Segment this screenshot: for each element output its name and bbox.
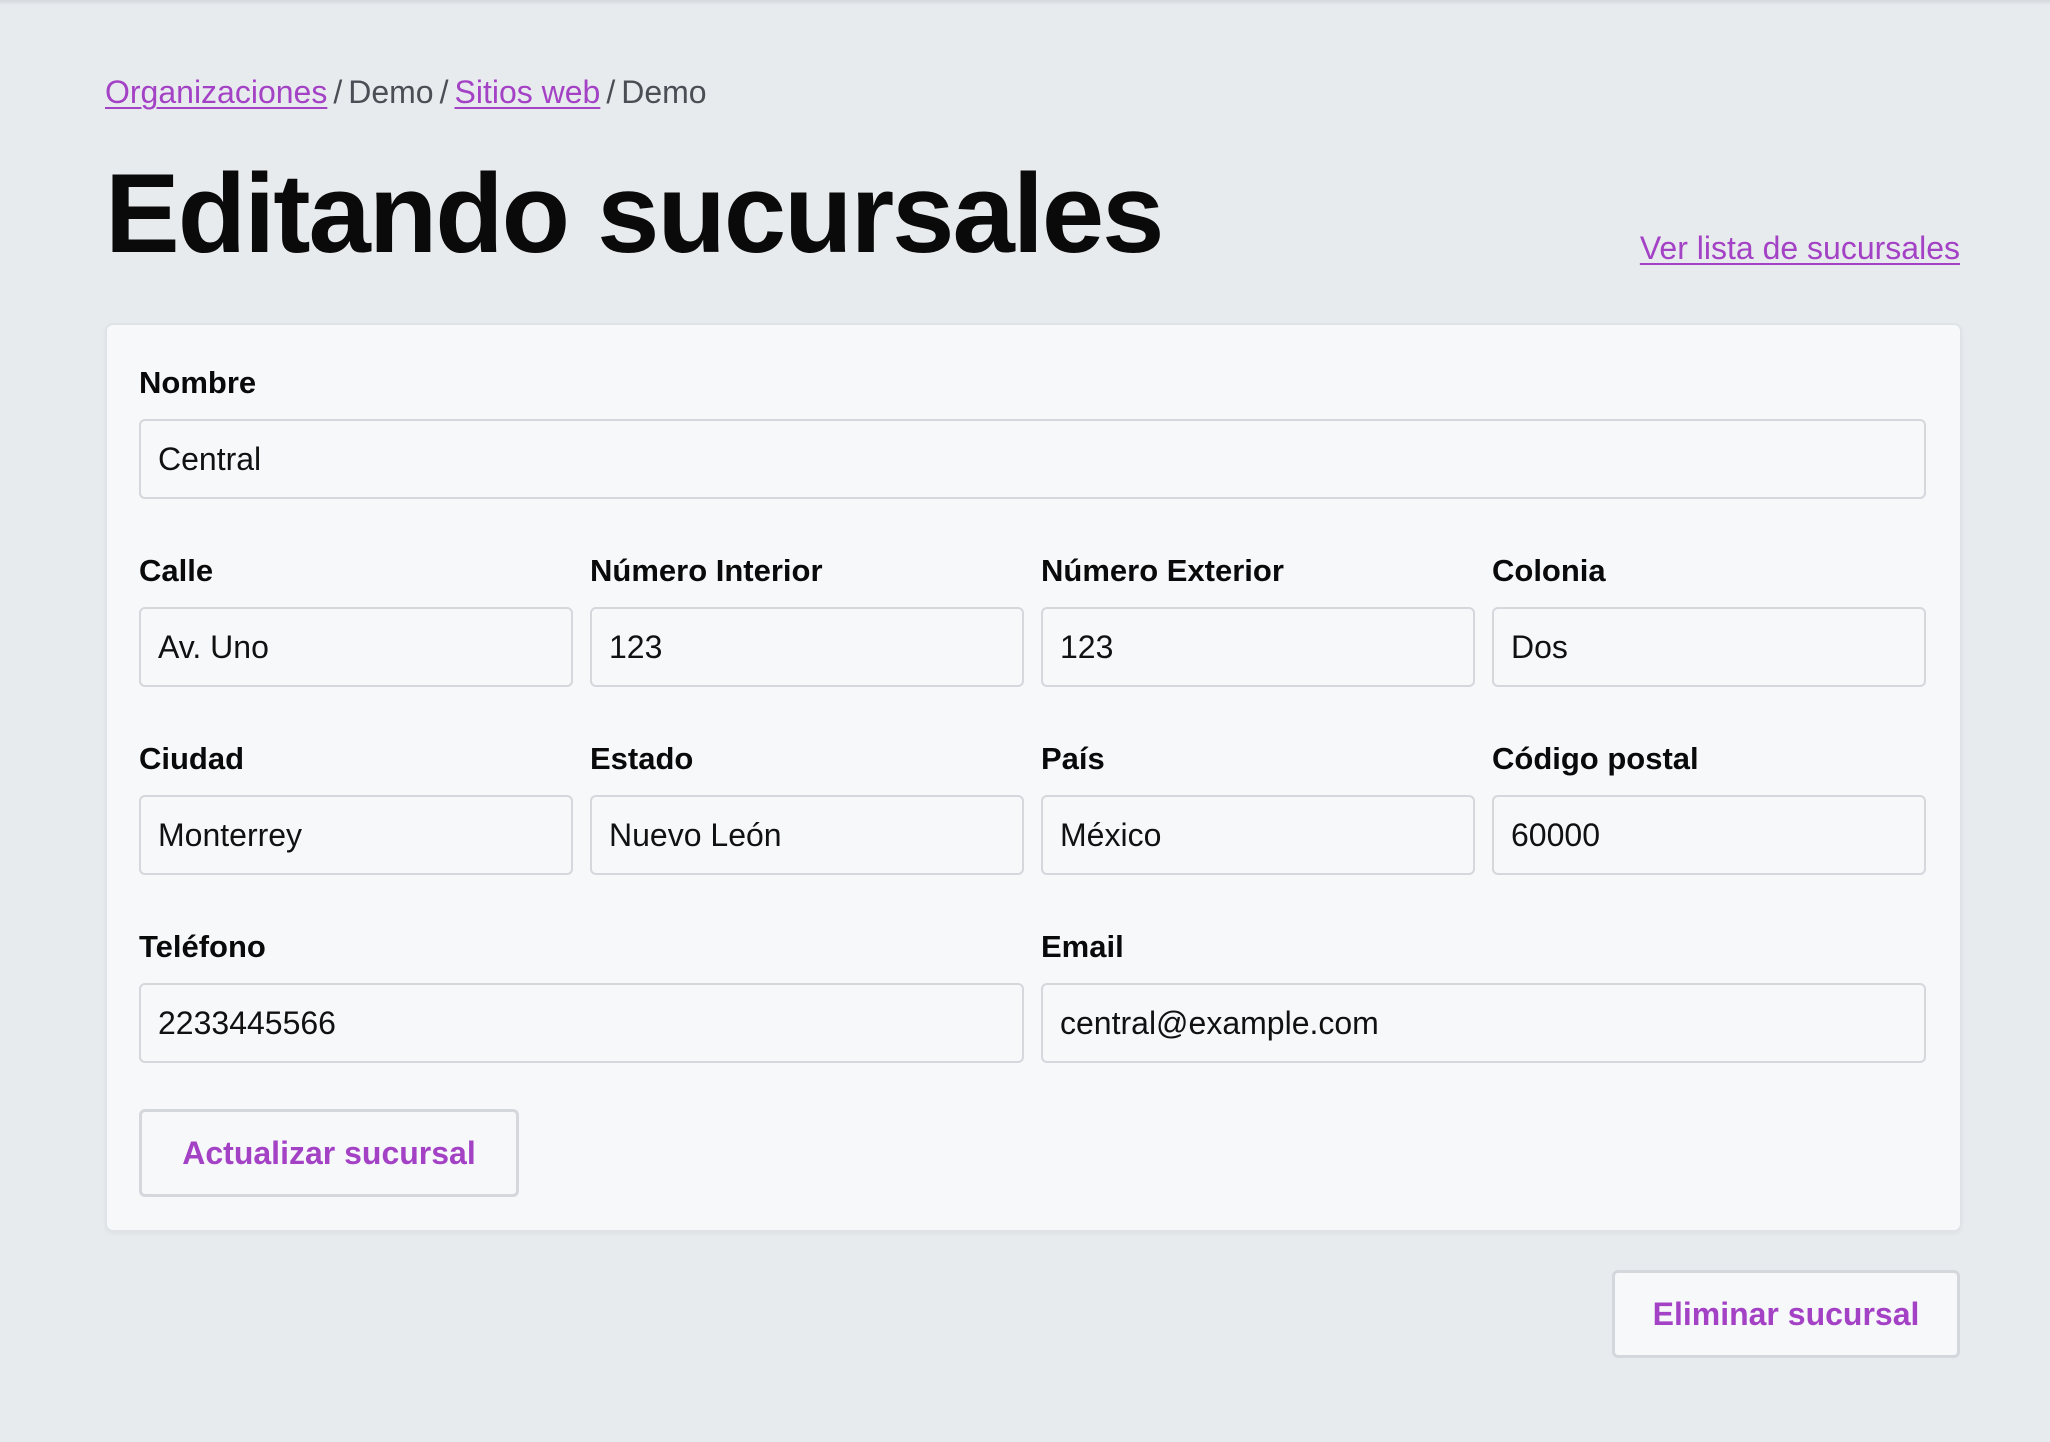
telefono-label: Teléfono [139,929,266,964]
calle-input[interactable]: Av. Uno [139,607,573,687]
field-calle: Calle Av. Uno [139,551,573,687]
email-label: Email [1041,929,1124,964]
numero-interior-label: Número Interior [590,553,823,588]
field-colonia: Colonia Dos [1492,551,1926,687]
breadcrumb-separator: / [606,74,616,110]
delete-branch-button[interactable]: Eliminar sucursal [1612,1270,1960,1358]
colonia-label: Colonia [1492,553,1606,588]
numero-exterior-label: Número Exterior [1041,553,1284,588]
page-title: Editando sucursales [105,151,1164,276]
breadcrumb-organizaciones-link[interactable]: Organizaciones [105,74,327,110]
breadcrumb-separator: / [439,74,449,110]
numero-exterior-input[interactable]: 123 [1041,607,1475,687]
breadcrumb-sitios-web-link[interactable]: Sitios web [454,74,600,110]
estado-label: Estado [590,741,694,776]
field-pais: País México [1041,739,1475,875]
codigo-postal-input[interactable]: 60000 [1492,795,1926,875]
pais-input[interactable]: México [1041,795,1475,875]
ciudad-label: Ciudad [139,741,245,776]
breadcrumb-organization-name: Demo [348,74,434,110]
branch-edit-form: Nombre Central Calle Av. Uno Número Inte… [105,323,1962,1232]
codigo-postal-label: Código postal [1492,741,1699,776]
field-numero-exterior: Número Exterior 123 [1041,551,1475,687]
nombre-input[interactable]: Central [139,419,1926,499]
field-email: Email central@example.com [1041,927,1926,1063]
view-branches-list-link[interactable]: Ver lista de sucursales [1640,230,1960,267]
field-ciudad: Ciudad Monterrey [139,739,573,875]
estado-input[interactable]: Nuevo León [590,795,1024,875]
telefono-input[interactable]: 2233445566 [139,983,1024,1063]
field-numero-interior: Número Interior 123 [590,551,1024,687]
top-edge-shadow [0,0,2050,5]
breadcrumb-site-name: Demo [621,74,707,110]
field-telefono: Teléfono 2233445566 [139,927,1024,1063]
field-estado: Estado Nuevo León [590,739,1024,875]
breadcrumb-separator: / [333,74,343,110]
field-codigo-postal: Código postal 60000 [1492,739,1926,875]
calle-label: Calle [139,553,214,588]
pais-label: País [1041,741,1105,776]
field-nombre: Nombre Central [139,363,1926,499]
update-branch-button[interactable]: Actualizar sucursal [139,1109,519,1197]
numero-interior-input[interactable]: 123 [590,607,1024,687]
ciudad-input[interactable]: Monterrey [139,795,573,875]
breadcrumb: Organizaciones / Demo / Sitios web / Demo [105,74,707,111]
colonia-input[interactable]: Dos [1492,607,1926,687]
nombre-label: Nombre [139,365,257,400]
email-input[interactable]: central@example.com [1041,983,1926,1063]
